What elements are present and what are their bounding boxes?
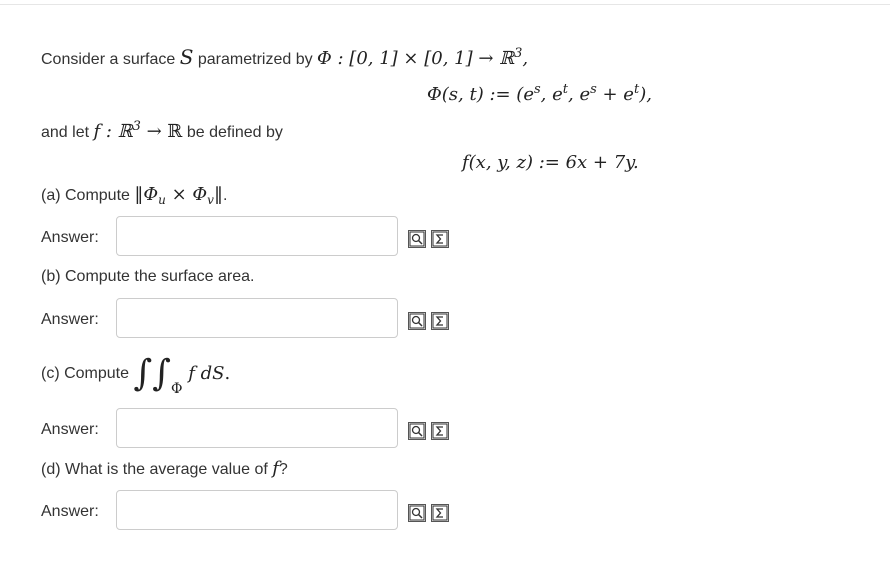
answer-label: Answer: [41,503,99,520]
part-b-question: (b) Compute the surface area. [41,268,255,285]
answer-input-a[interactable] [116,216,398,256]
intro-text-mid: parametrized by [193,51,318,68]
function-definition-line: and let f : ℝ3 → ℝ be defined by [41,119,283,142]
answer-input-d[interactable] [116,490,398,530]
answer-label: Answer: [41,311,99,328]
preview-icon[interactable] [408,230,426,248]
preview-icon[interactable] [408,422,426,440]
answer-input-b[interactable] [116,298,398,338]
parametrization-equation: Φ(s, t) := (es, et, es + et), [427,82,652,105]
preview-icon[interactable] [408,312,426,330]
function-map: f : ℝ3 → ℝ [93,119,183,142]
intro-line: Consider a surface S parametrized by Φ :… [41,47,528,70]
cross-product-norm: ‖Φu × Φv‖ [134,184,223,207]
equation-editor-icon[interactable] [431,422,449,440]
parametrization-map: Φ : [0, 1] × [0, 1] → ℝ3, [317,46,529,69]
function-equation: f(x, y, z) := 6x + 7y. [462,152,639,173]
part-c-label: (c) Compute [41,365,130,382]
part-a-question: (a) Compute ‖Φu × Φv‖. [41,184,228,207]
part-a-label: (a) Compute [41,187,130,204]
equation-editor-icon[interactable] [431,504,449,522]
surface-integral: ∫∫Φ f dS. [133,353,231,397]
equation-editor-icon[interactable] [431,230,449,248]
answer-input-c[interactable] [116,408,398,448]
part-c-question: (c) Compute ∫∫Φ f dS. [41,353,231,397]
part-d-question: (d) What is the average value of f? [41,458,288,479]
answer-label: Answer: [41,421,99,438]
equation-editor-icon[interactable] [431,312,449,330]
surface-symbol: S [179,45,194,69]
intro-text: Consider a surface [41,51,180,68]
top-divider [0,4,890,5]
preview-icon[interactable] [408,504,426,522]
answer-label: Answer: [41,229,99,246]
